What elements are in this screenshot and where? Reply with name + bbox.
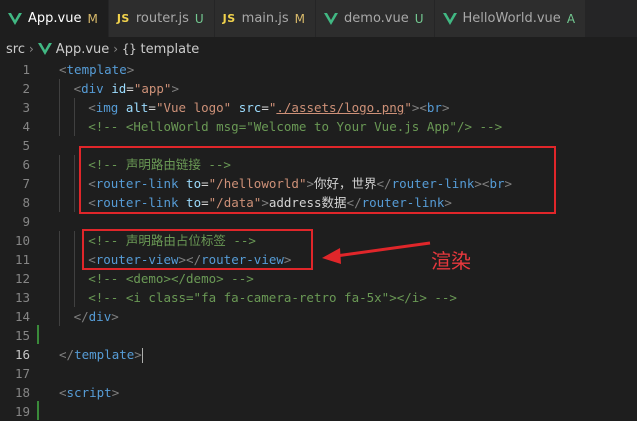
annotation-label: 渲染: [431, 249, 471, 273]
annotation-arrow: [322, 241, 431, 264]
